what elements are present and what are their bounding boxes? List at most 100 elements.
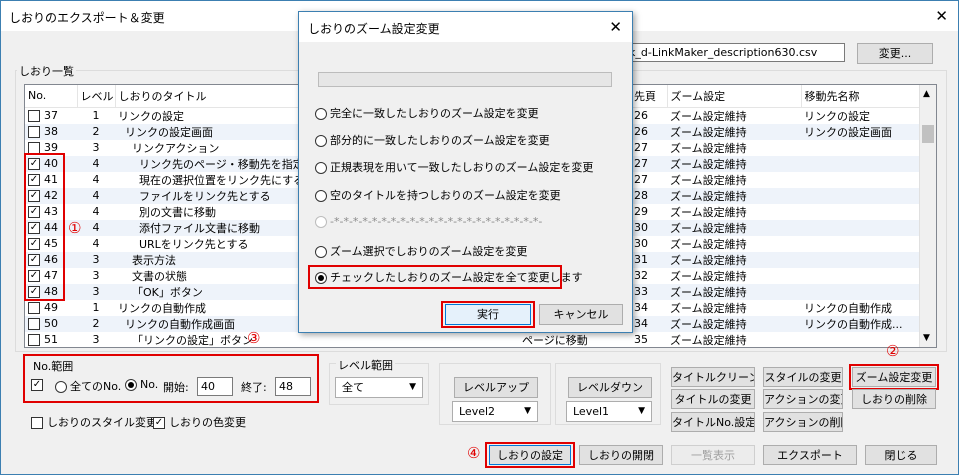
row-dest	[801, 140, 920, 156]
export-button[interactable]: エクスポート	[763, 445, 857, 465]
zoom-option-radio[interactable]: 部分的に一致したしおりのズーム設定を変更	[315, 132, 550, 148]
style-change-checkbox[interactable]: しおりのスタイル変更	[31, 414, 157, 430]
row-page: 26	[631, 123, 667, 140]
scroll-down-icon[interactable]: ▼	[923, 333, 930, 343]
column-header[interactable]: No.	[25, 85, 78, 108]
row-level: 4	[77, 187, 115, 204]
zoom-option-label: -*-*-*-*-*-*-*-*-*-*-*-*-*-*-*-*-*-*-*-*…	[330, 215, 543, 228]
zoom-option-radio[interactable]: ズーム選択でしおりのズーム設定を変更	[315, 243, 527, 259]
zoom-option-radio[interactable]: 完全に一致したしおりのズーム設定を変更	[315, 105, 539, 121]
row-checkbox-cell[interactable]: 49	[25, 300, 77, 316]
title-no-button[interactable]: タイトルNo.設定	[671, 412, 755, 432]
row-checkbox-cell[interactable]: 38	[25, 123, 77, 140]
close-icon[interactable]: ✕	[935, 7, 948, 25]
level-down-button[interactable]: レベルダウン	[568, 377, 652, 398]
row-dest: リンクの自動作成...	[801, 315, 920, 332]
row-dest	[801, 236, 920, 252]
row-level: 4	[92, 173, 100, 186]
end-input[interactable]: 48	[275, 377, 311, 396]
row-checkbox-cell[interactable]: 51	[25, 332, 77, 348]
level-up-value: Level2	[459, 405, 496, 418]
row-no: 37	[44, 109, 58, 122]
color-change-checkbox[interactable]: ✓ しおりの色変更	[153, 414, 246, 430]
action-delete-button[interactable]: アクションの削除	[763, 412, 843, 432]
bookmark-list-label: しおり一覧	[17, 63, 76, 79]
zoom-option-radio[interactable]: -*-*-*-*-*-*-*-*-*-*-*-*-*-*-*-*-*-*-*-*…	[315, 215, 542, 228]
radio-all-no[interactable]: 全てのNo.	[55, 378, 121, 394]
row-page: 30	[631, 219, 667, 236]
no-range-enable-checkbox[interactable]: ✓	[31, 378, 47, 391]
file-path-field[interactable]: k_d-LinkMaker_description630.csv	[625, 43, 845, 62]
row-page: 29	[634, 205, 648, 218]
marker-3: ③	[247, 329, 261, 347]
zoom-option-radio[interactable]: 正規表現を用いて一致したしおりのズーム設定を変更	[315, 159, 593, 175]
chevron-down-icon: ▼	[638, 406, 645, 416]
bookmark-set-button[interactable]: しおりの設定	[489, 445, 571, 465]
row-level: 4	[77, 155, 115, 172]
bookmark-open-close-button[interactable]: しおりの開閉	[579, 445, 663, 465]
row-checkbox-cell[interactable]: 37	[25, 107, 77, 124]
zoom-settings-dialog: しおりのズーム設定変更 ✕ 完全に一致したしおりのズーム設定を変更 部分的に一致し…	[298, 11, 633, 333]
row-zoom: ズーム設定維持	[670, 205, 747, 219]
row-page: 34	[631, 315, 667, 332]
scroll-up-icon[interactable]: ▲	[923, 89, 930, 99]
start-label: 開始:	[163, 381, 189, 394]
style-change-button[interactable]: スタイルの変更	[763, 367, 843, 387]
row-page: 32	[634, 269, 648, 282]
row-checkbox[interactable]	[28, 126, 40, 138]
run-button[interactable]: 実行	[445, 304, 531, 325]
row-page: 34	[634, 301, 648, 314]
row-page: 27	[631, 155, 667, 172]
row-checkbox[interactable]	[28, 318, 40, 330]
close-button[interactable]: 閉じる	[865, 445, 937, 465]
list-scrollbar[interactable]: ▲ ▼	[919, 85, 936, 347]
row-zoom: ズーム設定維持	[670, 141, 747, 155]
cancel-button[interactable]: キャンセル	[539, 304, 623, 325]
bookmark-delete-button[interactable]: しおりの削除	[852, 389, 936, 409]
level-down-select[interactable]: Level1 ▼	[566, 401, 652, 422]
level-up-select[interactable]: Level2 ▼	[452, 401, 538, 422]
dialog-close-icon[interactable]: ✕	[609, 18, 622, 36]
row-page: 30	[634, 237, 648, 250]
column-header[interactable]: 先頁	[631, 85, 668, 108]
row-dest	[801, 251, 920, 268]
row-zoom: ズーム設定維持	[667, 315, 801, 332]
marker-selected-option	[308, 265, 562, 289]
row-level: 3	[92, 141, 100, 154]
row-checkbox-cell[interactable]: 50	[25, 315, 77, 332]
dialog-title: しおりのズーム設定変更	[308, 22, 440, 36]
marker-zoom-button	[849, 364, 939, 390]
row-no: 51	[44, 333, 58, 346]
list-view-button[interactable]: 一覧表示	[671, 445, 755, 465]
row-zoom: ズーム設定維持	[670, 237, 747, 251]
table-row[interactable]: 51 3 「リンクの設定」ボタン ページに移動 35 ズーム設定維持	[25, 332, 920, 348]
action-change-button[interactable]: アクションの変更	[763, 389, 843, 409]
row-level: 2	[77, 315, 115, 332]
row-zoom: ズーム設定維持	[670, 269, 747, 283]
title-clean-button[interactable]: タイトルクリーン	[671, 367, 755, 387]
row-page: 33	[631, 283, 667, 300]
level-down-value: Level1	[573, 405, 610, 418]
zoom-option-radio[interactable]: 空のタイトルを持つしおりのズーム設定を変更	[315, 187, 561, 203]
row-page: 35	[634, 333, 648, 346]
scroll-thumb[interactable]	[922, 125, 934, 143]
level-range-value: 全て	[342, 381, 364, 394]
radio-no[interactable]: No.	[125, 378, 158, 391]
row-zoom: ズーム設定維持	[670, 301, 747, 315]
column-header[interactable]: 移動先名称	[801, 85, 921, 108]
row-checkbox[interactable]	[28, 302, 40, 314]
column-header[interactable]: レベル	[77, 85, 116, 108]
level-up-button[interactable]: レベルアップ	[454, 377, 538, 398]
radio-all-no-label: 全てのNo.	[70, 380, 122, 393]
level-range-select[interactable]: 全て ▼	[335, 377, 423, 398]
row-level: 1	[92, 109, 100, 122]
row-checkbox[interactable]	[28, 110, 40, 122]
row-title: 「リンクの設定」ボタン ページに移動	[115, 332, 631, 348]
row-dest	[801, 204, 920, 220]
file-change-button[interactable]: 変更...	[857, 43, 933, 64]
start-input[interactable]: 40	[197, 377, 233, 396]
column-header[interactable]: ズーム設定	[667, 85, 802, 108]
row-level: 4	[92, 205, 100, 218]
row-checkbox[interactable]	[28, 334, 40, 346]
title-change-button[interactable]: タイトルの変更	[671, 389, 755, 409]
